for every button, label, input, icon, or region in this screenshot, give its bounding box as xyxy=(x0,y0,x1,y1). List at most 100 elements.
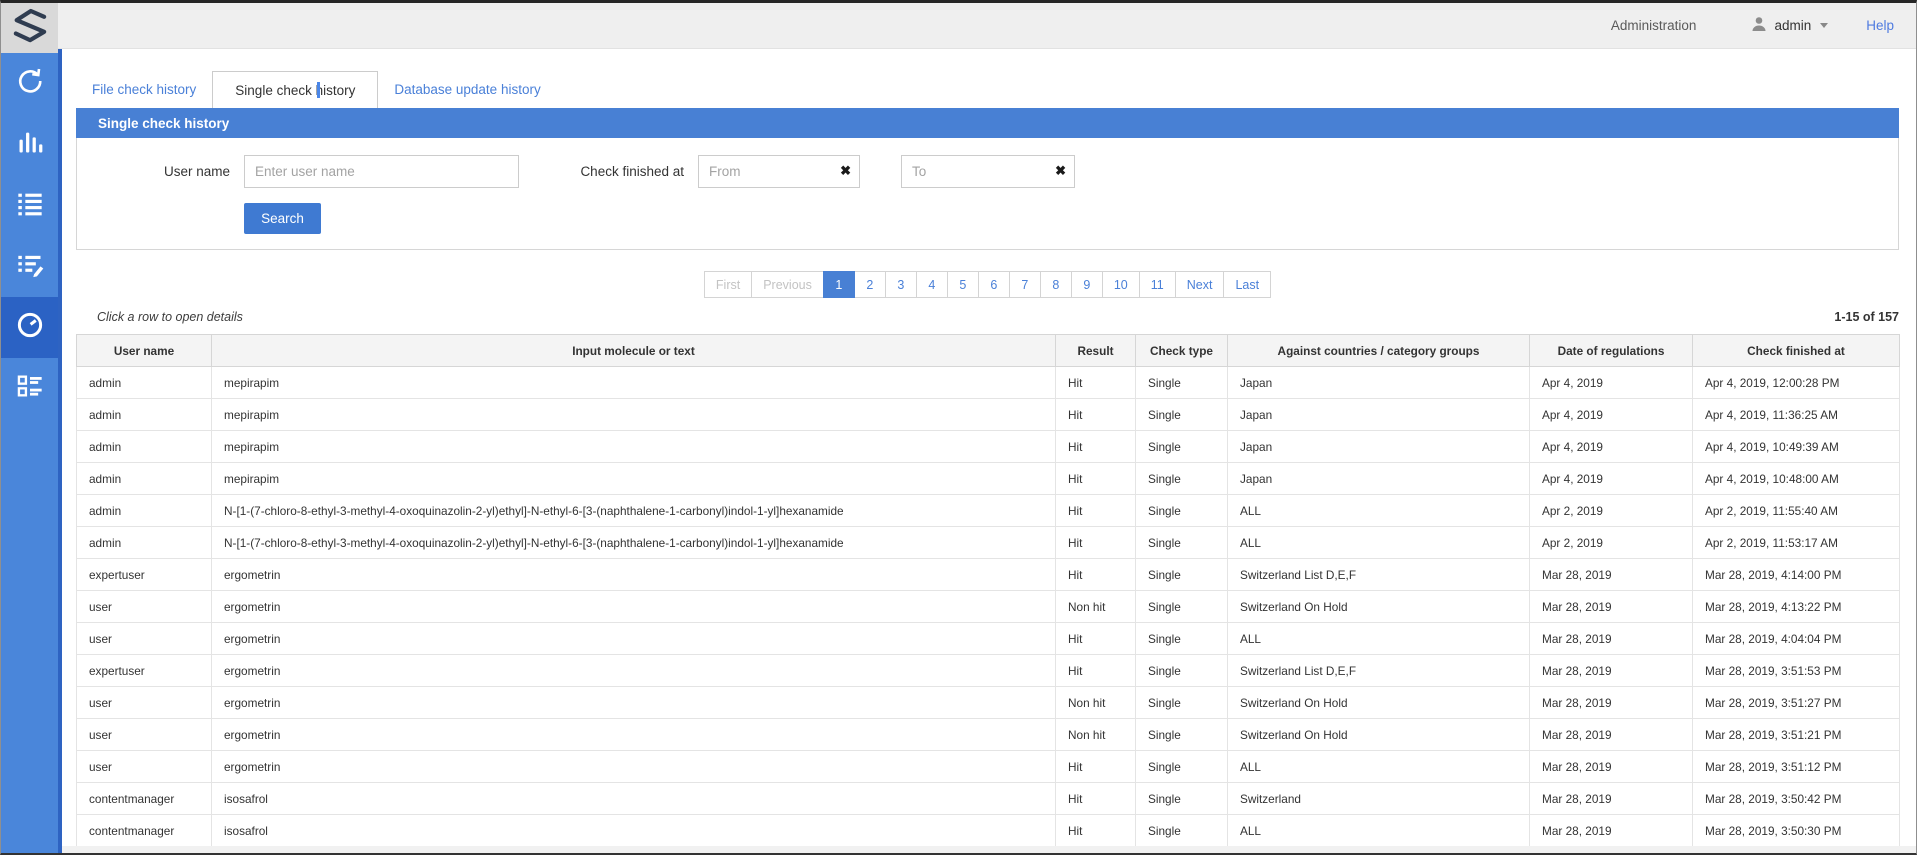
cell-against-countries: Switzerland List D,E,F xyxy=(1228,655,1530,687)
cell-against-countries: Japan xyxy=(1228,367,1530,399)
to-date-input[interactable] xyxy=(901,155,1075,188)
cell-user-name: user xyxy=(77,591,212,623)
cell-check-finished-at: Mar 28, 2019, 3:51:12 PM xyxy=(1693,751,1900,783)
table-row[interactable]: adminN-[1-(7-chloro-8-ethyl-3-methyl-4-o… xyxy=(77,527,1900,559)
cell-check-type: Single xyxy=(1136,559,1228,591)
cell-against-countries: ALL xyxy=(1228,527,1530,559)
cell-result: Hit xyxy=(1056,431,1136,463)
column-header-check-finished-at: Check finished at xyxy=(1693,335,1900,367)
cell-date-of-regulations: Mar 28, 2019 xyxy=(1530,751,1693,783)
clear-from-icon[interactable]: ✖ xyxy=(840,163,851,179)
cell-check-type: Single xyxy=(1136,431,1228,463)
table-row[interactable]: contentmanagerisosafrolHitSingleSwitzerl… xyxy=(77,783,1900,815)
page-button-11[interactable]: 11 xyxy=(1139,271,1176,298)
username-label: User name xyxy=(77,155,230,188)
sidebar-item-check[interactable] xyxy=(1,53,58,114)
clear-to-icon[interactable]: ✖ xyxy=(1055,163,1066,179)
cell-date-of-regulations: Apr 2, 2019 xyxy=(1530,495,1693,527)
tab-single-check-history[interactable]: Single check history xyxy=(212,71,378,108)
page-button-10[interactable]: 10 xyxy=(1102,271,1140,298)
tab-database-update-history[interactable]: Database update history xyxy=(378,71,556,108)
page-button-3[interactable]: 3 xyxy=(885,271,917,298)
table-row[interactable]: expertuserergometrinHitSingleSwitzerland… xyxy=(77,559,1900,591)
from-date-input[interactable] xyxy=(698,155,860,188)
table-row[interactable]: adminmepirapimHitSingleJapanApr 4, 2019A… xyxy=(77,431,1900,463)
panel-header: Single check history xyxy=(76,108,1899,138)
tabs: File check history Single check history Da… xyxy=(76,71,1899,108)
table-row[interactable]: expertuserergometrinHitSingleSwitzerland… xyxy=(77,655,1900,687)
username-input[interactable] xyxy=(244,155,519,188)
cell-check-finished-at: Apr 2, 2019, 11:53:17 AM xyxy=(1693,527,1900,559)
cell-input-molecule: mepirapim xyxy=(212,431,1056,463)
table-row[interactable]: userergometrinHitSingleALLMar 28, 2019Ma… xyxy=(77,751,1900,783)
cell-result: Hit xyxy=(1056,495,1136,527)
cell-result: Hit xyxy=(1056,399,1136,431)
cell-check-finished-at: Apr 4, 2019, 12:00:28 PM xyxy=(1693,367,1900,399)
table-row[interactable]: adminmepirapimHitSingleJapanApr 4, 2019A… xyxy=(77,399,1900,431)
content-accent-line xyxy=(58,49,62,853)
sidebar-item-reports[interactable] xyxy=(1,358,58,419)
cell-check-finished-at: Apr 4, 2019, 10:49:39 AM xyxy=(1693,431,1900,463)
cell-date-of-regulations: Mar 28, 2019 xyxy=(1530,591,1693,623)
cell-result: Hit xyxy=(1056,751,1136,783)
page-button-2[interactable]: 2 xyxy=(854,271,886,298)
sidebar-item-statistics[interactable] xyxy=(1,114,58,175)
sidebar-item-lists[interactable] xyxy=(1,175,58,236)
user-menu[interactable]: admin xyxy=(1751,16,1828,35)
bottom-strip xyxy=(58,846,1916,853)
cell-check-type: Single xyxy=(1136,527,1228,559)
cell-check-type: Single xyxy=(1136,463,1228,495)
cell-check-type: Single xyxy=(1136,655,1228,687)
page-button-4[interactable]: 4 xyxy=(916,271,948,298)
table-row[interactable]: userergometrinHitSingleALLMar 28, 2019Ma… xyxy=(77,623,1900,655)
range-text: 1-15 of 157 xyxy=(1834,310,1899,324)
column-header-input-molecule: Input molecule or text xyxy=(212,335,1056,367)
table-row[interactable]: userergometrinNon hitSingleSwitzerland O… xyxy=(77,591,1900,623)
table-row[interactable]: adminmepirapimHitSingleJapanApr 4, 2019A… xyxy=(77,463,1900,495)
search-button[interactable]: Search xyxy=(244,203,321,234)
cell-check-finished-at: Mar 28, 2019, 4:04:04 PM xyxy=(1693,623,1900,655)
page-button-next[interactable]: Next xyxy=(1175,271,1225,298)
table-row[interactable]: adminN-[1-(7-chloro-8-ethyl-3-methyl-4-o… xyxy=(77,495,1900,527)
app-logo[interactable] xyxy=(1,3,58,53)
cell-date-of-regulations: Apr 4, 2019 xyxy=(1530,367,1693,399)
table-row[interactable]: userergometrinNon hitSingleSwitzerland O… xyxy=(77,719,1900,751)
page-button-8[interactable]: 8 xyxy=(1040,271,1072,298)
cell-check-finished-at: Mar 28, 2019, 3:50:30 PM xyxy=(1693,815,1900,847)
cell-user-name: user xyxy=(77,751,212,783)
user-icon xyxy=(1751,16,1767,35)
sidebar-item-edit-lists[interactable] xyxy=(1,236,58,297)
page-button-6[interactable]: 6 xyxy=(978,271,1010,298)
bar-chart-icon xyxy=(16,128,44,161)
main-area: Administration admin Help File check his… xyxy=(58,3,1916,853)
page-button-last[interactable]: Last xyxy=(1223,271,1271,298)
page-button-5[interactable]: 5 xyxy=(947,271,979,298)
cell-check-finished-at: Apr 4, 2019, 10:48:00 AM xyxy=(1693,463,1900,495)
tab-file-check-history[interactable]: File check history xyxy=(76,71,212,108)
page-button-9[interactable]: 9 xyxy=(1071,271,1103,298)
cell-user-name: expertuser xyxy=(77,655,212,687)
cell-user-name: contentmanager xyxy=(77,783,212,815)
sidebar-item-history[interactable] xyxy=(1,297,58,358)
help-link[interactable]: Help xyxy=(1866,18,1894,33)
cell-user-name: admin xyxy=(77,431,212,463)
cell-date-of-regulations: Mar 28, 2019 xyxy=(1530,559,1693,591)
cell-check-type: Single xyxy=(1136,367,1228,399)
search-form: User name Check finished at ✖ ✖ Search xyxy=(76,138,1899,250)
cell-date-of-regulations: Apr 4, 2019 xyxy=(1530,463,1693,495)
table-row[interactable]: contentmanagerisosafrolHitSingleALLMar 2… xyxy=(77,815,1900,847)
cell-input-molecule: N-[1-(7-chloro-8-ethyl-3-methyl-4-oxoqui… xyxy=(212,495,1056,527)
table-row[interactable]: adminmepirapimHitSingleJapanApr 4, 2019A… xyxy=(77,367,1900,399)
cell-check-finished-at: Mar 28, 2019, 3:51:27 PM xyxy=(1693,687,1900,719)
cell-date-of-regulations: Mar 28, 2019 xyxy=(1530,783,1693,815)
check-finished-label: Check finished at xyxy=(569,155,684,188)
tab-label: Single check history xyxy=(235,83,355,98)
cell-input-molecule: ergometrin xyxy=(212,591,1056,623)
cell-check-type: Single xyxy=(1136,783,1228,815)
page-button-1[interactable]: 1 xyxy=(823,271,855,298)
page-button-7[interactable]: 7 xyxy=(1009,271,1041,298)
administration-link[interactable]: Administration xyxy=(1611,18,1697,33)
page-button-first: First xyxy=(704,271,752,298)
table-row[interactable]: userergometrinNon hitSingleSwitzerland O… xyxy=(77,687,1900,719)
panel-title: Single check history xyxy=(98,116,229,131)
